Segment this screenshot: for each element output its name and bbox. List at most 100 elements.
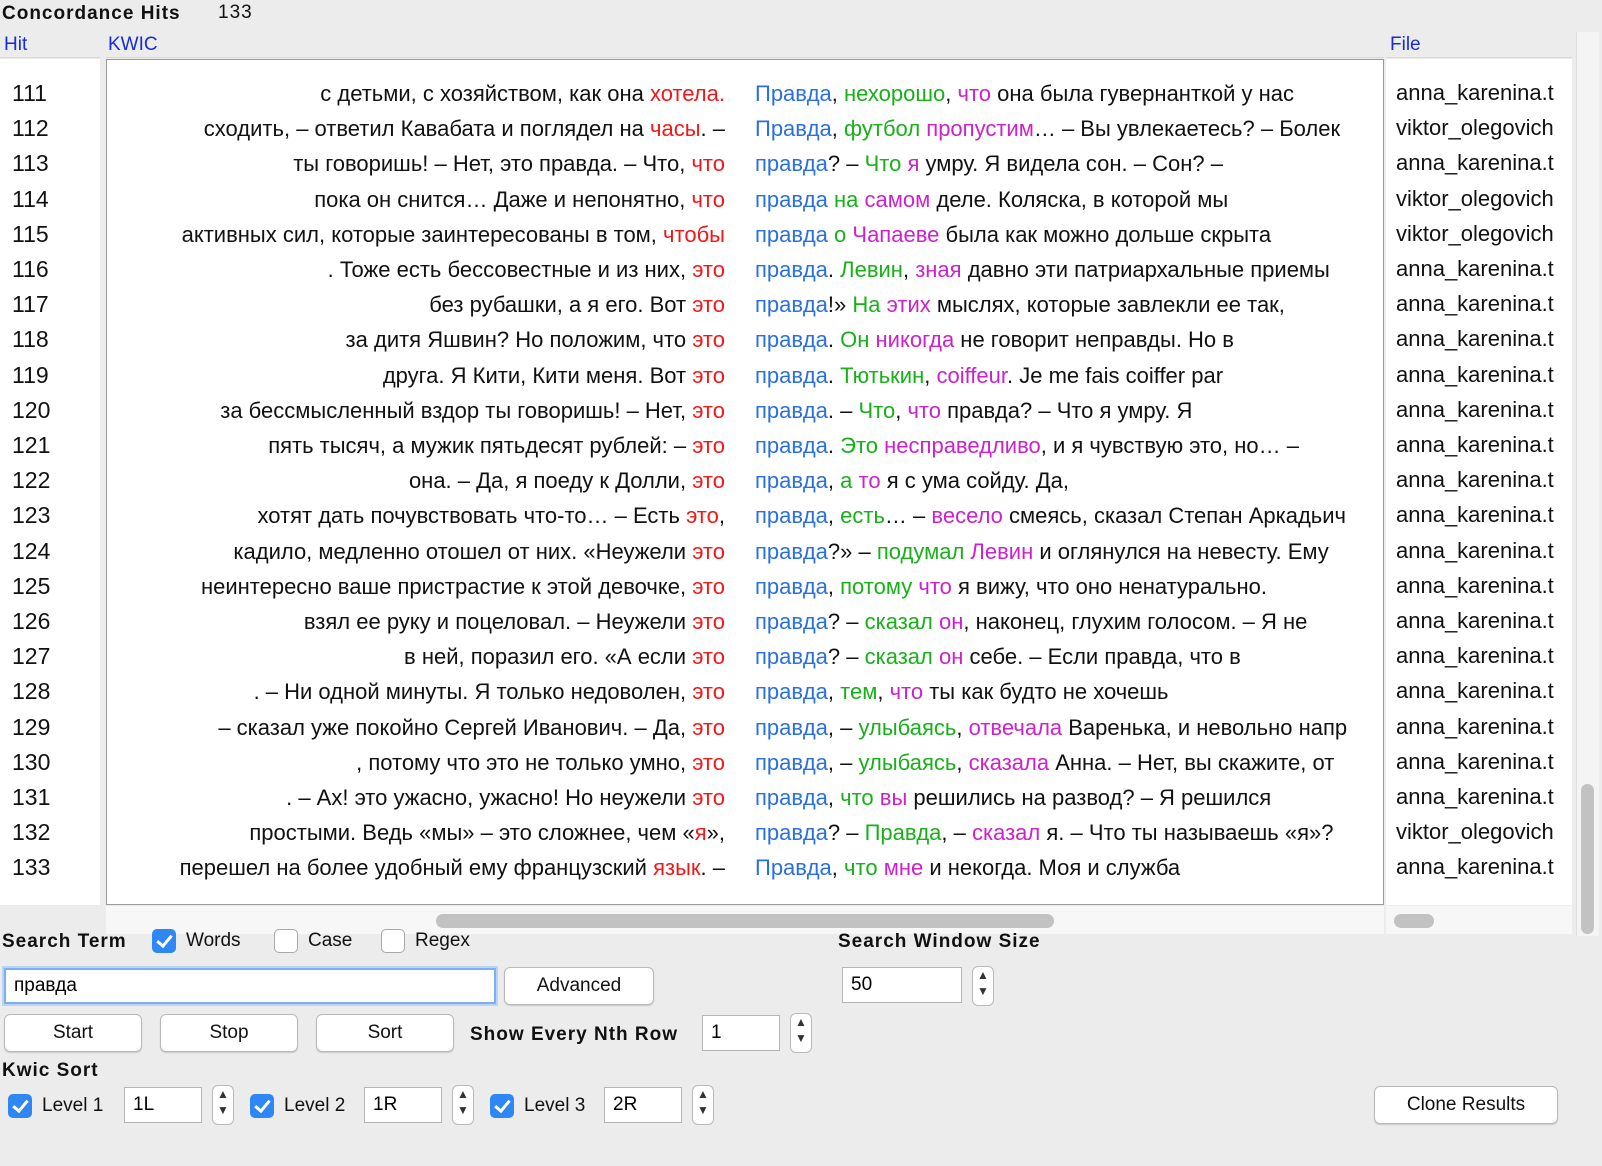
case-checkbox[interactable] xyxy=(274,929,298,953)
kwic-row[interactable]: перешел на более удобный ему французский… xyxy=(107,850,1383,886)
kwic-row[interactable]: кадило, медленно отошел от них. «Неужели… xyxy=(107,534,1383,570)
file-name[interactable]: anna_karenina.t xyxy=(1386,321,1572,357)
file-name[interactable]: anna_karenina.t xyxy=(1386,497,1572,533)
kwic-row[interactable]: взял ее руку и поцеловал. – Неужели это п… xyxy=(107,604,1383,640)
sort-button[interactable]: Sort xyxy=(316,1014,454,1052)
file-name[interactable]: anna_karenina.t xyxy=(1386,779,1572,815)
file-name[interactable]: anna_karenina.t xyxy=(1386,849,1572,885)
hit-number[interactable]: 122 xyxy=(0,462,100,498)
file-name[interactable]: anna_karenina.t xyxy=(1386,286,1572,322)
hit-number[interactable]: 124 xyxy=(0,533,100,569)
level-3-checkbox[interactable] xyxy=(490,1094,514,1118)
file-name[interactable]: anna_karenina.t xyxy=(1386,744,1572,780)
left-context-segment: в ней, поразил его. «А если xyxy=(404,644,693,670)
file-name[interactable]: anna_karenina.t xyxy=(1386,709,1572,745)
hit-number[interactable]: 117 xyxy=(0,286,100,322)
hit-number[interactable]: 118 xyxy=(0,321,100,357)
kwic-row[interactable]: активных сил, которые заинтересованы в т… xyxy=(107,217,1383,253)
kwic-row[interactable]: . – Ни одной минуты. Я только недоволен,… xyxy=(107,674,1383,710)
level-3-input[interactable] xyxy=(604,1087,682,1123)
hit-number[interactable]: 129 xyxy=(0,709,100,745)
kwic-row[interactable]: пять тысяч, а мужик пятьдесят рублей: – … xyxy=(107,428,1383,464)
kwic-row[interactable]: с детьми, с хозяйством, как она хотела. П… xyxy=(107,76,1383,112)
level-1-input[interactable] xyxy=(124,1087,202,1123)
hit-number[interactable]: 125 xyxy=(0,568,100,604)
column-header-file[interactable]: File xyxy=(1386,32,1572,58)
file-name[interactable]: viktor_olegovich xyxy=(1386,110,1572,146)
left-context: . Тоже есть бессовестные и из них, это xyxy=(328,252,725,288)
kwic-row[interactable]: сходить, – ответил Кавабата и поглядел н… xyxy=(107,111,1383,147)
regex-checkbox[interactable] xyxy=(381,929,405,953)
kwic-row[interactable]: хотят дать почувствовать что-то… – Есть … xyxy=(107,498,1383,534)
hit-number[interactable]: 119 xyxy=(0,357,100,393)
hit-number[interactable]: 116 xyxy=(0,251,100,287)
file-name[interactable]: viktor_olegovich xyxy=(1386,216,1572,252)
stop-button[interactable]: Stop xyxy=(160,1014,298,1052)
kwic-row[interactable]: ты говоришь! – Нет, это правда. – Что, ч… xyxy=(107,146,1383,182)
hit-number[interactable]: 112 xyxy=(0,110,100,146)
kwic-row[interactable]: простыми. Ведь «мы» – это сложнее, чем «… xyxy=(107,815,1383,851)
hit-number[interactable]: 127 xyxy=(0,638,100,674)
kwic-row[interactable]: – сказал уже покойно Сергей Иванович. – … xyxy=(107,710,1383,746)
search-window-size-stepper[interactable]: ▲ ▼ xyxy=(972,966,994,1006)
nth-row-input[interactable] xyxy=(702,1015,780,1051)
nth-row-stepper[interactable]: ▲ ▼ xyxy=(790,1013,812,1053)
hit-number[interactable]: 130 xyxy=(0,744,100,780)
file-name[interactable]: anna_karenina.t xyxy=(1386,603,1572,639)
file-name[interactable]: viktor_olegovich xyxy=(1386,181,1572,217)
kwic-row[interactable]: пока он снится… Даже и непонятно, что пра… xyxy=(107,182,1383,218)
right-context-segment: несправедливо xyxy=(884,433,1041,458)
file-horizontal-scroll-thumb[interactable] xyxy=(1394,914,1434,928)
file-name[interactable]: viktor_olegovich xyxy=(1386,814,1572,850)
kwic-row[interactable]: без рубашки, а я его. Вот это правда!» На… xyxy=(107,287,1383,323)
file-name[interactable]: anna_karenina.t xyxy=(1386,638,1572,674)
table-vertical-scroll-thumb[interactable] xyxy=(1581,784,1594,934)
hit-number[interactable]: 111 xyxy=(0,75,100,111)
file-name[interactable]: anna_karenina.t xyxy=(1386,357,1572,393)
column-header-kwic[interactable]: KWIC xyxy=(106,32,1384,58)
level-2-input[interactable] xyxy=(364,1087,442,1123)
hit-number[interactable]: 121 xyxy=(0,427,100,463)
kwic-row[interactable]: неинтересно ваше пристрастие к этой дево… xyxy=(107,569,1383,605)
kwic-row[interactable]: , потому что это не только умно, это прав… xyxy=(107,745,1383,781)
hit-number[interactable]: 120 xyxy=(0,392,100,428)
kwic-row[interactable]: . – Ах! это ужасно, ужасно! Но неужели э… xyxy=(107,780,1383,816)
file-name[interactable]: anna_karenina.t xyxy=(1386,673,1572,709)
hit-number[interactable]: 115 xyxy=(0,216,100,252)
file-name[interactable]: anna_karenina.t xyxy=(1386,251,1572,287)
column-header-hit[interactable]: Hit xyxy=(0,32,100,58)
kwic-row[interactable]: за бессмысленный вздор ты говоришь! – Не… xyxy=(107,393,1383,429)
hit-number[interactable]: 128 xyxy=(0,673,100,709)
file-name[interactable]: anna_karenina.t xyxy=(1386,533,1572,569)
start-button[interactable]: Start xyxy=(4,1014,142,1052)
kwic-row[interactable]: . Тоже есть бессовестные и из них, это пр… xyxy=(107,252,1383,288)
level-1-checkbox[interactable] xyxy=(8,1094,32,1118)
kwic-horizontal-scroll-thumb[interactable] xyxy=(436,914,1054,928)
file-name[interactable]: anna_karenina.t xyxy=(1386,75,1572,111)
search-term-input[interactable] xyxy=(4,968,496,1004)
file-name[interactable]: anna_karenina.t xyxy=(1386,145,1572,181)
hit-number[interactable]: 123 xyxy=(0,497,100,533)
level-2-stepper[interactable]: ▲ ▼ xyxy=(452,1085,474,1125)
kwic-row[interactable]: она. – Да, я поеду к Долли, это правда, а… xyxy=(107,463,1383,499)
level-3-stepper[interactable]: ▲ ▼ xyxy=(692,1085,714,1125)
file-name[interactable]: anna_karenina.t xyxy=(1386,392,1572,428)
file-name[interactable]: anna_karenina.t xyxy=(1386,462,1572,498)
level-2-checkbox[interactable] xyxy=(250,1094,274,1118)
hit-number[interactable]: 131 xyxy=(0,779,100,815)
advanced-button[interactable]: Advanced xyxy=(504,967,654,1005)
clone-results-button[interactable]: Clone Results xyxy=(1374,1086,1558,1124)
hit-number[interactable]: 126 xyxy=(0,603,100,639)
kwic-row[interactable]: в ней, поразил его. «А если это правда? –… xyxy=(107,639,1383,675)
hit-number[interactable]: 114 xyxy=(0,181,100,217)
file-name[interactable]: anna_karenina.t xyxy=(1386,568,1572,604)
level-1-stepper[interactable]: ▲ ▼ xyxy=(212,1085,234,1125)
hit-number[interactable]: 113 xyxy=(0,145,100,181)
hit-number[interactable]: 133 xyxy=(0,849,100,885)
file-name[interactable]: anna_karenina.t xyxy=(1386,427,1572,463)
hit-number[interactable]: 132 xyxy=(0,814,100,850)
kwic-row[interactable]: друга. Я Кити, Кити меня. Вот это правда.… xyxy=(107,358,1383,394)
kwic-row[interactable]: за дитя Яшвин? Но положим, что это правда… xyxy=(107,322,1383,358)
search-window-size-input[interactable] xyxy=(842,967,962,1003)
words-checkbox[interactable] xyxy=(152,929,176,953)
